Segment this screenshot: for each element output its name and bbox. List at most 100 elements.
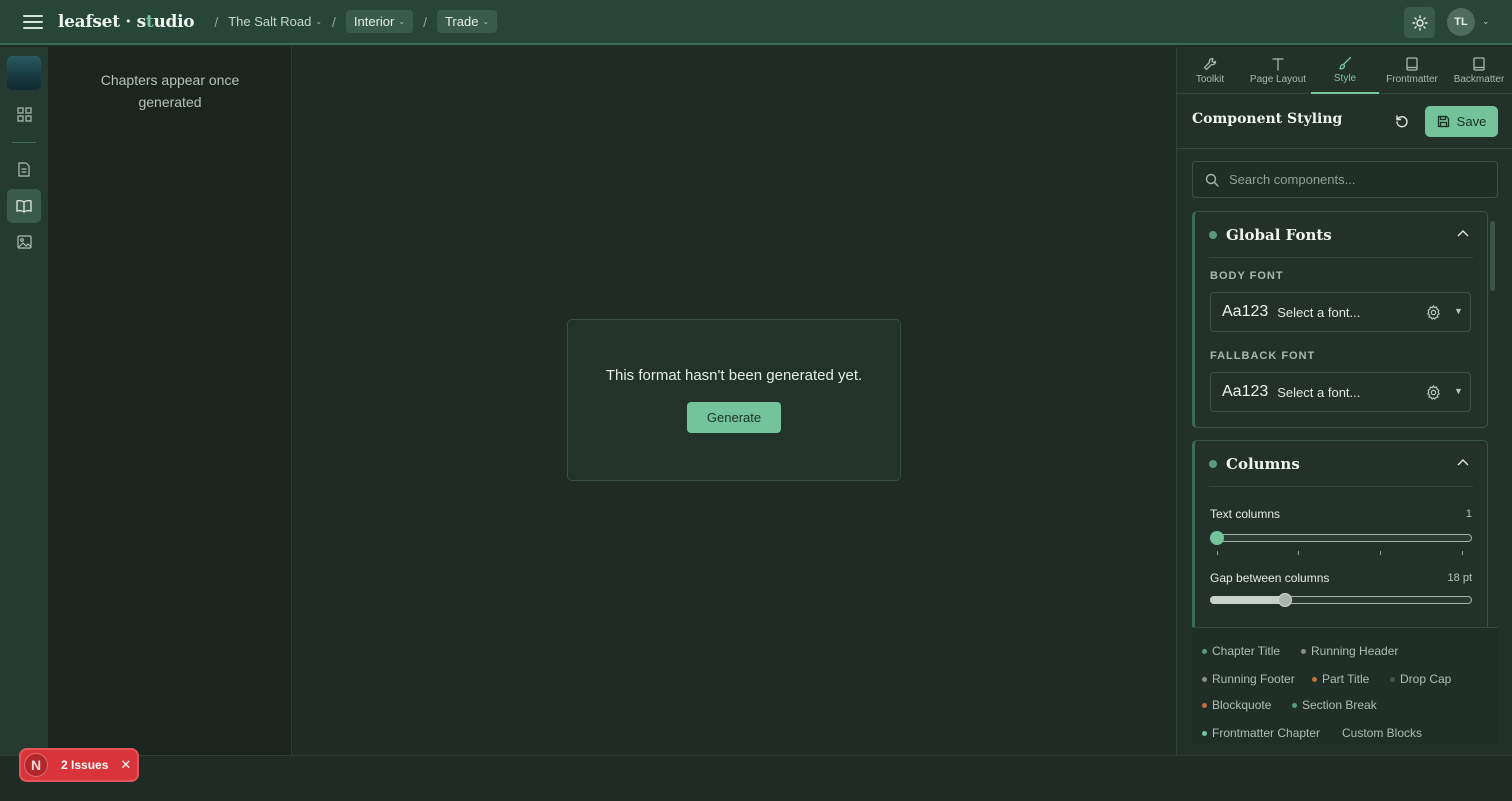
chip-dot <box>1202 676 1207 682</box>
slider-tick <box>1217 551 1218 555</box>
slider-thumb[interactable] <box>1278 593 1293 607</box>
rail-book-button[interactable] <box>7 189 41 223</box>
chip-label: Frontmatter Chapter <box>1212 726 1321 740</box>
chip-running-footer[interactable]: Running Footer <box>1202 672 1295 686</box>
save-icon <box>1437 115 1449 128</box>
slider-fill <box>1210 596 1286 604</box>
slider-track <box>1210 534 1472 542</box>
breadcrumb-format[interactable]: Interior ⌄ <box>345 10 414 33</box>
chip-blockquote[interactable]: Blockquote <box>1202 698 1271 712</box>
chevron-up-icon[interactable] <box>1457 229 1469 237</box>
rail-image-button[interactable] <box>7 225 41 259</box>
user-avatar[interactable]: TL <box>1447 8 1475 36</box>
card-title: Columns <box>1226 454 1300 473</box>
chip-part-title[interactable]: Part Title <box>1312 672 1369 686</box>
chip-section-break[interactable]: Section Break <box>1292 698 1377 712</box>
generate-button[interactable]: Generate <box>686 402 782 433</box>
panel-scrollbar[interactable] <box>1490 221 1495 291</box>
breadcrumb-trim[interactable]: Trade ⌄ <box>436 10 498 33</box>
chip-label: Running Header <box>1311 644 1399 658</box>
gear-icon[interactable] <box>1426 385 1441 400</box>
chip-dot <box>1202 730 1207 736</box>
card-title: Global Fonts <box>1226 225 1332 244</box>
text-t-icon <box>1272 57 1284 71</box>
breadcrumb-format-label: Interior <box>353 14 395 29</box>
chevron-up-icon[interactable] <box>1457 458 1469 466</box>
book-cover-thumbnail[interactable] <box>7 56 41 90</box>
tab-label: Toolkit <box>1195 73 1225 85</box>
chip-drop-cap[interactable]: Drop Cap <box>1390 672 1451 686</box>
chip-custom-blocks[interactable]: Custom Blocks <box>1342 726 1422 740</box>
status-dot <box>1209 459 1217 468</box>
open-book-icon <box>16 200 32 213</box>
chevron-down-icon: ⌄ <box>315 17 323 26</box>
component-search[interactable] <box>1192 161 1498 198</box>
book-icon <box>1406 56 1418 71</box>
text-columns-row: Text columns 1 <box>1210 507 1472 527</box>
text-columns-slider[interactable] <box>1210 527 1472 555</box>
top-bar: leafset · studio / The Salt Road ⌄ / Int… <box>0 0 1512 45</box>
menu-icon[interactable] <box>23 14 43 29</box>
caret-down-icon: ▼ <box>1454 386 1463 396</box>
app-logo[interactable]: leafset · studio <box>58 12 195 32</box>
tab-label: Backmatter <box>1453 73 1505 85</box>
chip-dot <box>1301 648 1306 654</box>
notice-message: This format hasn't been generated yet. <box>605 367 863 384</box>
chip-dot <box>1202 648 1207 654</box>
bottom-bar <box>0 755 1512 801</box>
component-chips: Chapter Title Running Header Running Foo… <box>1192 627 1498 744</box>
chip-dot <box>1292 702 1297 708</box>
chevron-down-icon[interactable]: ⌄ <box>1482 16 1490 27</box>
font-select-value: Select a font... <box>1277 384 1361 400</box>
tab-frontmatter[interactable]: Frontmatter <box>1384 47 1440 94</box>
body-font-select[interactable]: Aa123 Select a font... ▼ <box>1210 292 1471 332</box>
fallback-font-select[interactable]: Aa123 Select a font... ▼ <box>1210 372 1471 412</box>
close-icon[interactable]: ✕ <box>120 757 131 773</box>
chip-dot <box>1202 702 1207 708</box>
book-icon <box>1473 56 1485 71</box>
tab-toolkit[interactable]: Toolkit <box>1189 47 1231 94</box>
save-label: Save <box>1456 114 1487 129</box>
chip-chapter-title[interactable]: Chapter Title <box>1202 644 1280 658</box>
issues-count-label: 2 Issues <box>61 758 109 772</box>
global-fonts-card: Global Fonts BODY FONT Aa123 Select a fo… <box>1192 211 1488 428</box>
chapters-panel: Chapters appear once generated <box>48 47 292 755</box>
chip-running-header[interactable]: Running Header <box>1301 644 1398 658</box>
chip-label: Section Break <box>1302 698 1377 712</box>
icon-rail <box>0 47 48 755</box>
chip-dot <box>1390 676 1395 682</box>
style-panel: Toolkit Page Layout Style Frontmatter Ba… <box>1176 47 1512 755</box>
caret-down-icon: ▼ <box>1454 306 1463 316</box>
rail-dashboard-button[interactable] <box>7 97 41 131</box>
text-columns-value: 1 <box>1465 508 1472 520</box>
chip-dot <box>1312 676 1317 682</box>
tab-style[interactable]: Style <box>1311 47 1379 94</box>
tab-backmatter[interactable]: Backmatter <box>1451 47 1507 94</box>
slider-tick <box>1380 551 1381 555</box>
card-header[interactable]: Columns <box>1209 441 1473 487</box>
issues-badge[interactable]: N 2 Issues ✕ <box>19 748 139 782</box>
wrench-icon <box>1203 57 1217 70</box>
rail-document-button[interactable] <box>7 152 41 186</box>
tab-page-layout[interactable]: Page Layout <box>1245 47 1311 94</box>
slider-thumb[interactable] <box>1210 531 1224 545</box>
gap-slider[interactable] <box>1210 589 1472 611</box>
breadcrumb-trim-label: Trade <box>444 14 479 29</box>
search-input[interactable] <box>1229 172 1489 187</box>
save-button[interactable]: Save <box>1425 106 1498 137</box>
chapters-empty-message: Chapters appear once generated <box>100 72 240 110</box>
chip-label: Part Title <box>1322 672 1370 686</box>
breadcrumb-project[interactable]: The Salt Road ⌄ <box>228 14 322 29</box>
card-header[interactable]: Global Fonts <box>1209 212 1473 258</box>
reset-button[interactable] <box>1391 110 1413 132</box>
reset-icon <box>1396 115 1408 128</box>
gap-row: Gap between columns 18 pt <box>1210 571 1472 591</box>
chip-label: Blockquote <box>1212 698 1272 712</box>
chip-frontmatter-chapter[interactable]: Frontmatter Chapter <box>1202 726 1320 740</box>
issues-logo: N <box>24 753 48 777</box>
theme-toggle-button[interactable] <box>1404 7 1435 38</box>
text-columns-label: Text columns <box>1210 507 1281 521</box>
gear-icon[interactable] <box>1426 305 1441 320</box>
chevron-down-icon: ⌄ <box>482 17 490 26</box>
component-list[interactable]: Global Fonts BODY FONT Aa123 Select a fo… <box>1192 211 1498 627</box>
